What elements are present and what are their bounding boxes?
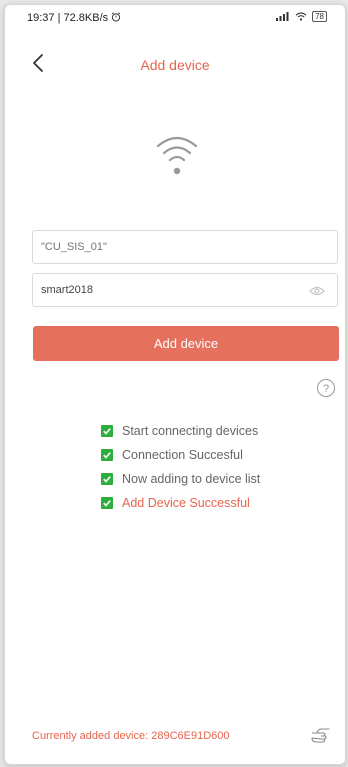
checkbox-checked-icon — [101, 449, 113, 461]
current-device-label: Currently added device: 289C6E91D600 — [32, 730, 230, 742]
app-screen: 19:37 | 72.8KB/s 78 Add device "CU_SIS_0… — [4, 4, 346, 765]
step-label: Add Device Successful — [122, 496, 250, 510]
step-label: Connection Succesful — [122, 448, 243, 462]
status-time-speed: 19:37 | 72.8KB/s — [27, 12, 121, 24]
step-item: Add Device Successful — [101, 491, 260, 515]
wifi-signal-icon — [156, 136, 198, 175]
pointing-hand-icon[interactable] — [309, 724, 331, 746]
wifi-icon — [295, 12, 307, 21]
alarm-clock-icon — [112, 12, 121, 22]
battery-indicator: 78 — [312, 11, 327, 22]
status-icons: 78 — [276, 11, 327, 22]
ssid-field[interactable] — [32, 230, 338, 264]
step-item: Start connecting devices — [101, 419, 260, 443]
signal-bars-icon — [276, 12, 289, 21]
question-circle-icon[interactable]: ? — [316, 378, 336, 398]
status-bar: 19:37 | 72.8KB/s 78 — [5, 5, 345, 31]
add-device-button[interactable]: Add device — [33, 326, 339, 361]
checkbox-checked-icon — [101, 473, 113, 485]
step-item: Now adding to device list — [101, 467, 260, 491]
progress-steps: Start connecting devices Connection Succ… — [101, 419, 260, 515]
step-label: Now adding to device list — [122, 472, 261, 486]
step-label: Start connecting devices — [122, 424, 259, 438]
page-title: Add device — [140, 57, 210, 73]
checkbox-checked-icon — [101, 497, 113, 509]
checkbox-checked-icon — [101, 425, 113, 437]
password-field[interactable] — [32, 273, 338, 307]
password-input[interactable] — [41, 284, 291, 296]
svg-text:?: ? — [323, 383, 329, 395]
step-item: Connection Succesful — [101, 443, 260, 467]
ssid-input[interactable] — [41, 241, 291, 253]
eye-icon[interactable] — [309, 285, 325, 297]
